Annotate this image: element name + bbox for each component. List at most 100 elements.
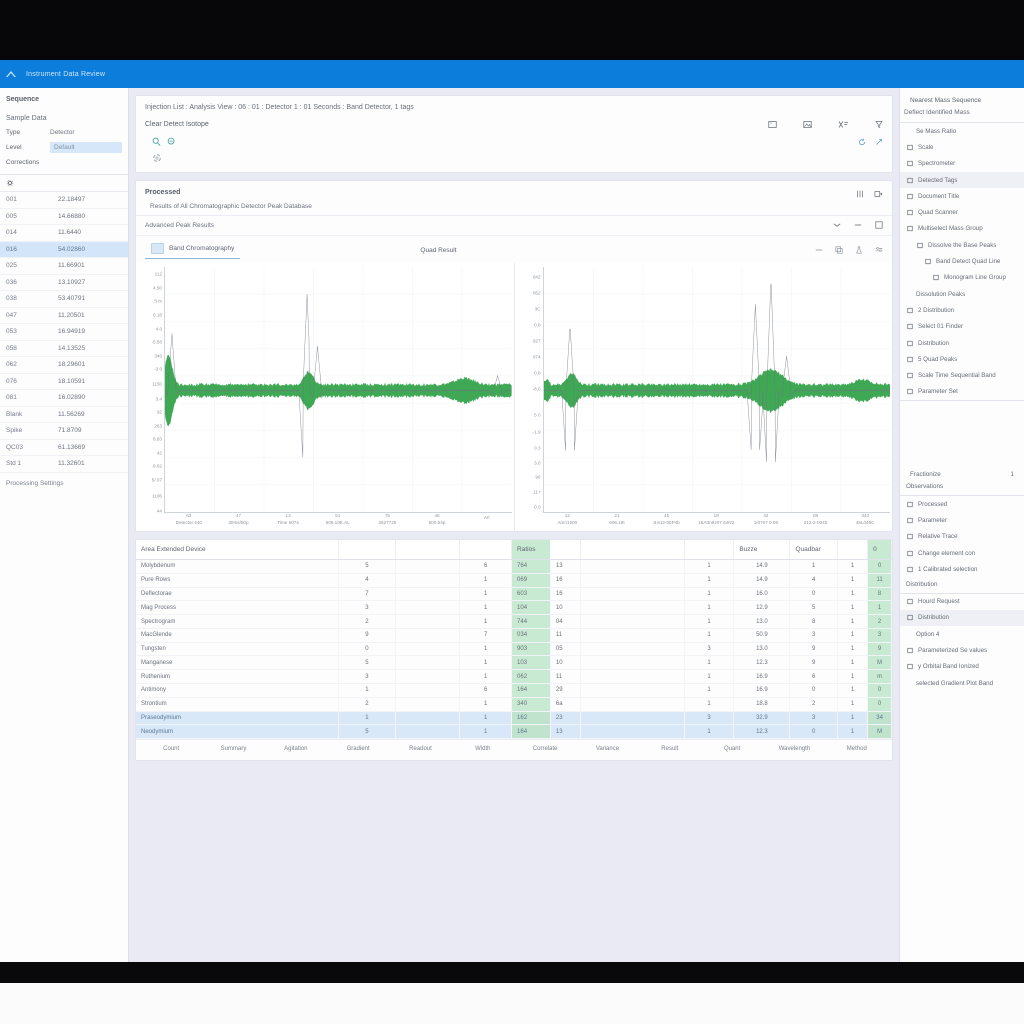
list-item[interactable]: 014 11.6440 (0, 225, 128, 242)
list-item[interactable]: Blank 11.56269 (0, 407, 128, 423)
magnifier-icon[interactable] (152, 137, 161, 146)
tree-item[interactable]: Scale Time Sequential Band (900, 367, 1024, 383)
table-column-header[interactable]: 0 (867, 540, 892, 560)
table-row[interactable]: Antimony 1 6 164 29 1 16.9 0 1 0 (136, 683, 892, 698)
table-column-header[interactable]: Buzze (733, 540, 791, 560)
tree-item[interactable]: Document Title (900, 188, 1024, 204)
chart-copy-button[interactable] (835, 246, 843, 254)
crop-frame-icon[interactable] (768, 120, 777, 129)
tree-item[interactable]: Distribution (900, 335, 1024, 351)
list-item[interactable]: 005 14.66880 (0, 209, 128, 225)
tree-item[interactable]: Multiselect Mass Group (900, 221, 1024, 237)
image-export-icon[interactable] (803, 120, 812, 129)
tree-item[interactable]: Processed (900, 496, 1024, 512)
list-item[interactable]: 036 13.10927 (0, 275, 128, 291)
tab-band-chromatography[interactable]: Band Chromatography (145, 241, 241, 259)
list-item[interactable]: 001 22.18497 (0, 192, 128, 209)
left-panel-footer[interactable]: Processing Settings (0, 473, 128, 494)
table-row[interactable]: Spectrogram 2 1 744 04 1 13.0 8 1 2 (136, 614, 892, 629)
left-field-type[interactable]: Type Detector (0, 125, 128, 140)
refresh-icon[interactable] (858, 138, 866, 146)
table-column-header[interactable] (684, 540, 735, 560)
tree-item[interactable]: Se Mass Ratio (900, 123, 1024, 139)
chevron-down-icon[interactable] (833, 222, 841, 228)
table-row[interactable]: Tungsten 0 1 903 05 3 13.0 9 1 9 (136, 642, 892, 657)
list-item[interactable]: 053 16.94919 (0, 324, 128, 341)
right-panel-field[interactable]: Fractionize 1 (900, 467, 1024, 480)
tree-item[interactable]: y Orbital Band Ionized (900, 659, 1024, 675)
tree-item[interactable]: 2 Distribution (900, 302, 1024, 318)
tab-quad-result[interactable]: Quad Result (420, 247, 456, 254)
chart1-plot-area[interactable] (164, 267, 512, 513)
left-field-corrections[interactable]: Corrections (0, 155, 128, 170)
table-column-header[interactable] (580, 540, 685, 560)
table-row-selected[interactable]: Neodymium 5 1 164 13 1 12.3 0 1 M (136, 724, 892, 740)
tree-item[interactable]: Spectrometer (900, 156, 1024, 172)
chart-flask-button[interactable] (855, 246, 863, 254)
magnifier-alt-icon[interactable] (167, 137, 176, 146)
table-row[interactable]: Ruthenium 3 1 062 11 1 16.9 6 1 m (136, 669, 892, 685)
table-column-header[interactable] (837, 540, 869, 560)
tree-item[interactable]: Scale (900, 139, 1024, 155)
list-item[interactable]: 047 11.20501 (0, 308, 128, 324)
tree-item[interactable]: Option 4 (900, 626, 1024, 642)
tree-item[interactable]: Change element con (900, 545, 1024, 561)
list-item[interactable]: 038 53.40791 (0, 291, 128, 308)
tree-item-selected[interactable]: Distribution (900, 609, 1024, 627)
table-column-header[interactable] (395, 540, 461, 560)
breadcrumb[interactable]: Injection List : Analysis View : 06 : 01… (145, 104, 883, 111)
tree-item[interactable]: Parameterized Se values (900, 642, 1024, 658)
filter-funnel-icon[interactable] (875, 120, 883, 129)
axis-scale-icon[interactable] (838, 120, 849, 129)
tree-item[interactable]: Monogram Line Group (900, 270, 1024, 286)
left-panel-toolbar[interactable] (0, 175, 128, 192)
list-item[interactable]: QC03 61.13669 (0, 440, 128, 456)
list-item-selected[interactable]: 016 54.02860 (0, 241, 128, 258)
tree-item[interactable]: Relative Trace (900, 529, 1024, 545)
share-icon[interactable] (875, 138, 883, 146)
tree-item[interactable]: Hourd Request (900, 594, 1024, 610)
list-item[interactable]: Spike 71.8709 (0, 423, 128, 440)
minus-icon[interactable] (854, 222, 862, 228)
table-row[interactable]: Molybdenum 5 6 764 13 1 14.9 1 1 0 (136, 559, 892, 574)
chart2-plot-area[interactable] (542, 267, 890, 513)
list-item[interactable]: 076 18.10591 (0, 374, 128, 390)
tree-item-selected[interactable]: Detected Tags (900, 171, 1024, 189)
table-column-header[interactable] (338, 540, 396, 560)
tree-item[interactable]: Band Detect Quad Line (900, 253, 1024, 269)
list-item[interactable]: 058 14.13525 (0, 341, 128, 357)
left-field-level[interactable]: Level Default (0, 140, 128, 155)
list-item[interactable]: 062 18.29601 (0, 357, 128, 374)
tree-item[interactable]: selected Gradient Plot Band (900, 675, 1024, 691)
maximize-icon[interactable] (875, 221, 883, 229)
list-item[interactable]: 081 16.02890 (0, 390, 128, 407)
list-item[interactable]: 025 11.66901 (0, 258, 128, 275)
chart-settings-button[interactable] (875, 246, 883, 254)
table-row[interactable]: Pure Rows 4 1 069 16 1 14.9 4 1 11 (136, 573, 892, 588)
tree-item[interactable]: Select 01 Finder (900, 319, 1024, 335)
tree-item[interactable]: Dissolve the Base Peaks (900, 237, 1024, 253)
chart-minimize-button[interactable] (815, 248, 823, 252)
tree-item[interactable]: Quad Scanner (900, 204, 1024, 220)
table-column-header[interactable]: Area Extended Device (136, 540, 340, 560)
columns-icon[interactable] (856, 190, 864, 198)
export-icon[interactable] (874, 190, 883, 198)
list-item[interactable]: Std 1 11.32601 (0, 456, 128, 473)
table-row[interactable]: MacGlende 9 7 034 11 1 50.9 3 1 3 (136, 628, 892, 643)
chart-quad-result[interactable]: 042 052 3C 0.8 027 074 0.8 -8.0 5 0 -1.9… (513, 263, 893, 531)
chart-band-chromatography[interactable]: 112 4.50 5 m 0.18 4.0 -5.58 340 -3.0 115… (136, 263, 514, 531)
table-row[interactable]: Mag Process 3 1 104 10 1 12.9 5 1 1 (136, 600, 892, 616)
settings-gear-icon[interactable] (6, 179, 14, 187)
table-column-header[interactable] (550, 540, 582, 560)
table-column-header[interactable] (459, 540, 513, 560)
table-row[interactable]: Deflectorae 7 1 603 16 1 16.0 0 1 8 (136, 587, 892, 602)
tree-item[interactable]: 5 Quad Peaks (900, 351, 1024, 367)
table-row[interactable]: Strontium 2 1 340 6a 1 18.8 2 1 0 (136, 697, 892, 712)
tree-item[interactable]: Dissolution Peaks (900, 286, 1024, 302)
table-column-header[interactable]: Ratios (511, 540, 551, 560)
table-row-selected[interactable]: Praseodymium 1 1 162 23 3 32.9 3 1 34 (136, 711, 892, 726)
tree-item[interactable]: 1 Calibrated selection (900, 561, 1024, 577)
table-column-header[interactable]: Quadbar (789, 540, 838, 560)
tree-item[interactable]: Parameter (900, 512, 1024, 528)
table-row[interactable]: Manganese 5 1 103 10 1 12.3 9 1 M (136, 655, 892, 671)
